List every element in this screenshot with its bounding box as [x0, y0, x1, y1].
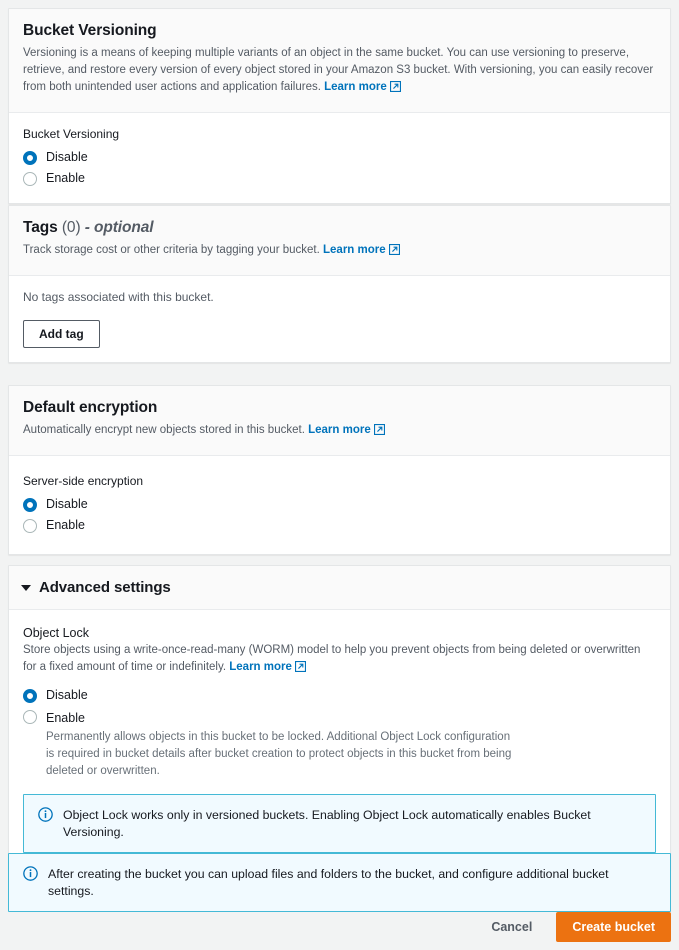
default-encryption-description-text: Automatically encrypt new objects stored…: [23, 424, 309, 437]
advanced-settings-card-body: Object Lock Store objects using a write-…: [9, 610, 670, 870]
tags-count: (0): [61, 219, 81, 236]
radio-versioning-disable[interactable]: Disable: [23, 150, 656, 166]
default-encryption-description: Automatically encrypt new objects stored…: [23, 422, 656, 441]
page-title: Bucket Versioning: [23, 22, 157, 39]
external-link-icon: [388, 244, 400, 261]
object-lock-description-text: Store objects using a write-once-read-ma…: [23, 644, 641, 673]
bucket-versioning-card: Bucket Versioning Versioning is a means …: [8, 8, 671, 204]
advanced-settings-toggle[interactable]: Advanced settings: [9, 566, 670, 610]
tags-description: Track storage cost or other criteria by …: [23, 242, 656, 261]
bottom-info-alert-text: After creating the bucket you can upload…: [48, 867, 609, 898]
radio-icon-unchecked[interactable]: [23, 710, 37, 725]
default-encryption-card-header: Default encryption Automatically encrypt…: [9, 386, 670, 457]
radio-icon-checked[interactable]: [23, 150, 37, 165]
tags-description-text: Track storage cost or other criteria by …: [23, 244, 323, 257]
learn-more-link-versioning[interactable]: Learn more: [324, 81, 387, 93]
radio-encryption-enable-label: Enable: [46, 518, 85, 533]
footer-actions: Cancel Create bucket: [475, 912, 671, 942]
radio-object-lock-disable[interactable]: Disable: [23, 688, 656, 704]
default-encryption-card-body: Server-side encryption Disable Enable: [9, 456, 670, 555]
external-link-icon: [373, 424, 385, 441]
object-lock-info-alert: Object Lock works only in versioned buck…: [23, 794, 656, 854]
radio-icon-checked[interactable]: [23, 497, 37, 512]
object-lock-label: Object Lock: [23, 626, 90, 640]
info-icon: [38, 807, 53, 827]
create-bucket-button[interactable]: Create bucket: [556, 912, 671, 942]
radio-icon-unchecked[interactable]: [23, 172, 37, 187]
default-encryption-title: Default encryption: [23, 399, 158, 416]
learn-more-link-tags[interactable]: Learn more: [323, 244, 386, 256]
external-link-icon: [294, 660, 306, 678]
radio-icon-unchecked[interactable]: [23, 519, 37, 534]
radio-object-lock-disable-label: Disable: [46, 687, 88, 702]
radio-versioning-enable[interactable]: Enable: [23, 171, 656, 187]
bucket-versioning-description: Versioning is a means of keeping multipl…: [23, 45, 656, 98]
tags-title-text: Tags: [23, 219, 58, 236]
tags-title: Tags (0) - optional: [23, 218, 656, 237]
tags-optional-badge: - optional: [84, 219, 154, 236]
radio-versioning-enable-label: Enable: [46, 171, 85, 186]
radio-versioning-disable-label: Disable: [46, 149, 88, 164]
tags-empty-state-text: No tags associated with this bucket.: [23, 290, 214, 305]
advanced-settings-title: Advanced settings: [39, 579, 171, 596]
tags-card: Tags (0) - optional Track storage cost o…: [8, 205, 671, 364]
advanced-settings-card: Advanced settings Object Lock Store obje…: [8, 565, 671, 871]
radio-icon-checked[interactable]: [23, 688, 37, 703]
radio-encryption-disable-label: Disable: [46, 496, 88, 511]
cancel-button[interactable]: Cancel: [475, 913, 548, 941]
radio-object-lock-enable-description: Permanently allows objects in this bucke…: [46, 731, 512, 778]
radio-object-lock-enable-label: Enable: [46, 711, 85, 726]
external-link-icon: [389, 81, 401, 98]
radio-object-lock-enable-group: Enable Permanently allows objects in thi…: [46, 709, 516, 780]
radio-object-lock-enable[interactable]: Enable Permanently allows objects in thi…: [23, 709, 656, 780]
object-lock-description: Store objects using a write-once-read-ma…: [23, 642, 656, 678]
create-bucket-page: Bucket Versioning Versioning is a means …: [0, 0, 679, 950]
tags-card-header: Tags (0) - optional Track storage cost o…: [9, 206, 670, 277]
default-encryption-card: Default encryption Automatically encrypt…: [8, 385, 671, 556]
bucket-versioning-card-body: Bucket Versioning Disable Enable: [9, 113, 670, 203]
learn-more-link-encryption[interactable]: Learn more: [308, 424, 371, 436]
add-tag-button[interactable]: Add tag: [23, 320, 100, 349]
radio-encryption-enable[interactable]: Enable: [23, 518, 656, 534]
learn-more-link-object-lock[interactable]: Learn more: [229, 661, 292, 673]
bucket-versioning-field-label: Bucket Versioning: [23, 127, 120, 142]
info-icon: [23, 866, 38, 886]
radio-encryption-disable[interactable]: Disable: [23, 497, 656, 513]
tags-card-body: No tags associated with this bucket. Add…: [9, 276, 670, 363]
chevron-down-icon[interactable]: [21, 584, 31, 591]
bucket-versioning-card-header: Bucket Versioning Versioning is a means …: [9, 9, 670, 114]
bottom-info-alert: After creating the bucket you can upload…: [8, 853, 671, 913]
object-lock-info-alert-text: Object Lock works only in versioned buck…: [63, 808, 591, 839]
server-side-encryption-field-label: Server-side encryption: [23, 474, 144, 489]
